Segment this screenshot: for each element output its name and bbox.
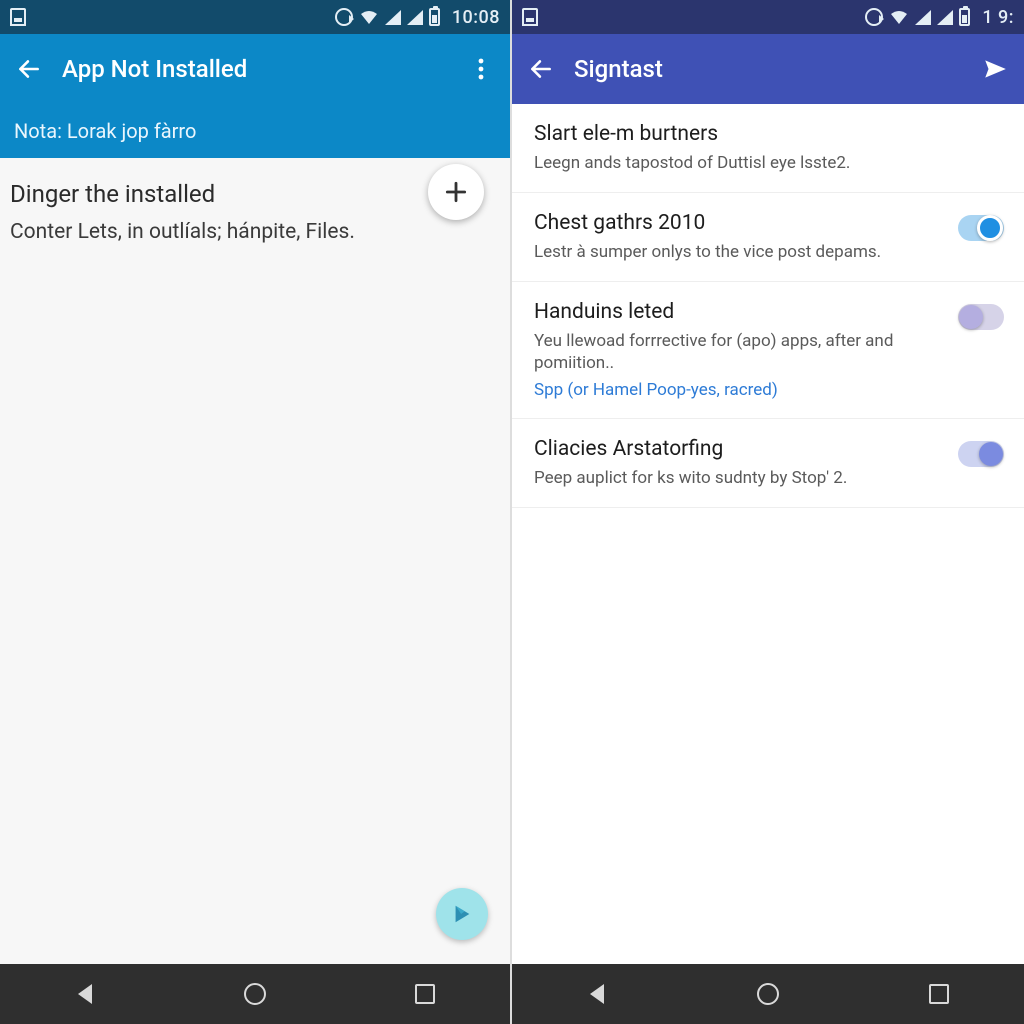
nav-back-icon [590,984,604,1004]
notification-icon [522,8,538,26]
nav-back-button[interactable] [69,978,101,1010]
notification-icon [10,8,26,26]
send-button[interactable] [980,54,1010,84]
battery-icon [959,8,970,26]
battery-icon [429,8,440,26]
setting-title: Slart ele-m burtners [534,122,1004,146]
send-icon [982,56,1008,82]
overflow-menu-button[interactable] [466,54,496,84]
toggle-knob [979,442,1003,466]
arrow-back-icon [16,56,42,82]
nav-home-button[interactable] [752,978,784,1010]
setting-row-slart[interactable]: Slart ele-m burtners Leegn ands tapostod… [512,104,1024,193]
status-left-icons [10,8,26,26]
content-heading: Dinger the installed [10,180,492,208]
more-vert-icon [478,57,484,81]
setting-subtitle: Peep auplict for ks wito sudnty by Stop'… [534,467,944,489]
right-phone: 1 9: Signtast Slart ele-m burtners Leegn… [512,0,1024,1024]
nav-recent-icon [929,984,949,1004]
nav-home-icon [757,983,779,1005]
status-right-icons [335,8,440,26]
signal-2-icon [407,10,423,25]
setting-title: Handuins leted [534,300,944,324]
app-bar-title: Signtast [574,55,663,83]
signal-1-icon [915,10,931,25]
sync-icon [865,8,883,26]
status-right-icons [865,8,970,26]
nav-home-button[interactable] [239,978,271,1010]
content-body: Conter Lets, in outlíals; hánpite, Files… [10,218,370,246]
nav-recent-button[interactable] [923,978,955,1010]
subtitle-text: Nota: Lorak jop fàrro [14,119,196,143]
setting-subtitle: Yeu llewoad forrrective for (apo) apps, … [534,330,944,374]
play-store-fab[interactable] [436,888,488,940]
navigation-bar [512,964,1024,1024]
wifi-icon [889,9,909,25]
setting-subtitle: Lestr à sumper onlys to the vice post de… [534,241,944,263]
status-time: 1 9: [982,7,1014,28]
setting-title: Cliacies Arstatorfing [534,437,944,461]
nav-back-icon [78,984,92,1004]
sync-icon [335,8,353,26]
setting-subtitle: Leegn ands tapostod of Duttisl eye lsste… [534,152,1004,174]
app-bar: Signtast [512,34,1024,104]
content-area: Dinger the installed Conter Lets, in out… [0,158,510,964]
toggle-switch[interactable] [958,304,1004,330]
toggle-switch[interactable] [958,441,1004,467]
add-fab[interactable] [428,164,484,220]
status-left-icons [522,8,538,26]
setting-link[interactable]: Spp (or Hamel Poop-yes, racred) [534,380,944,400]
toggle-knob [977,215,1003,241]
app-bar: App Not Installed [0,34,510,104]
settings-list: Slart ele-m burtners Leegn ands tapostod… [512,104,1024,964]
setting-row-chest[interactable]: Chest gathrs 2010 Lestr à sumper onlys t… [512,193,1024,282]
app-bar-title: App Not Installed [62,55,247,83]
wifi-icon [359,9,379,25]
subtitle-bar: Nota: Lorak jop fàrro [0,104,510,158]
arrow-back-icon [528,56,554,82]
left-phone: 10:08 App Not Installed Nota: Lorak jop … [0,0,512,1024]
toggle-switch[interactable] [958,215,1004,241]
back-button[interactable] [14,54,44,84]
nav-recent-button[interactable] [409,978,441,1010]
nav-recent-icon [415,984,435,1004]
back-button[interactable] [526,54,556,84]
status-bar: 10:08 [0,0,510,34]
navigation-bar [0,964,510,1024]
setting-row-handuins[interactable]: Handuins leted Yeu llewoad forrrective f… [512,282,1024,419]
nav-home-icon [244,983,266,1005]
setting-title: Chest gathrs 2010 [534,211,944,235]
signal-2-icon [937,10,953,25]
play-store-icon [451,903,473,925]
plus-icon [443,179,469,205]
setting-row-cliacies[interactable]: Cliacies Arstatorfing Peep auplict for k… [512,419,1024,508]
nav-back-button[interactable] [581,978,613,1010]
signal-1-icon [385,10,401,25]
status-bar: 1 9: [512,0,1024,34]
toggle-knob [959,305,983,329]
status-time: 10:08 [452,7,500,28]
